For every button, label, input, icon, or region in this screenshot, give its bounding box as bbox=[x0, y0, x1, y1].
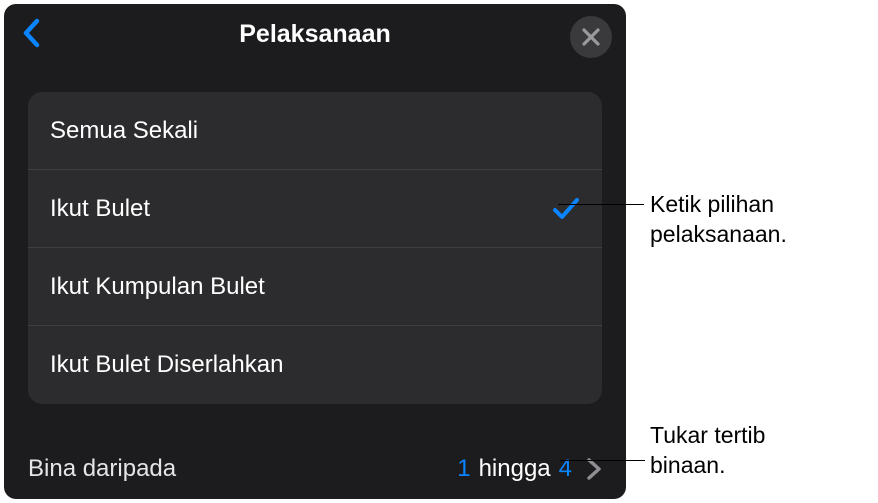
close-icon bbox=[582, 28, 600, 46]
option-by-bullet-group[interactable]: Ikut Kumpulan Bulet bbox=[28, 248, 602, 326]
panel-title: Pelaksanaan bbox=[239, 20, 391, 49]
callout-text: binaan. bbox=[650, 452, 725, 478]
option-all-at-once[interactable]: Semua Sekali bbox=[28, 92, 602, 170]
delivery-options-list: Semua Sekali Ikut Bulet Ikut Kumpulan Bu… bbox=[28, 92, 602, 404]
option-by-bullet[interactable]: Ikut Bulet bbox=[28, 170, 602, 248]
callout-leader-1 bbox=[558, 204, 644, 205]
panel-header: Pelaksanaan bbox=[4, 4, 626, 64]
callout-text: pelaksanaan. bbox=[650, 221, 787, 247]
callout-leader-2 bbox=[560, 460, 645, 461]
build-from-start: 1 bbox=[457, 455, 470, 483]
option-label: Ikut Bulet bbox=[50, 195, 150, 223]
close-button[interactable] bbox=[570, 16, 612, 58]
option-label: Semua Sekali bbox=[50, 117, 198, 145]
build-from-row[interactable]: Bina daripada 1 hingga 4 bbox=[28, 455, 602, 483]
callout-delivery-option: Ketik pilihan pelaksanaan. bbox=[650, 190, 787, 250]
callout-text: Tukar tertib bbox=[650, 422, 765, 448]
option-by-highlighted-bullet[interactable]: Ikut Bulet Diserlahkan bbox=[28, 326, 602, 404]
callout-text: Ketik pilihan bbox=[650, 191, 774, 217]
callout-build-order: Tukar tertib binaan. bbox=[650, 421, 765, 481]
checkmark-icon bbox=[552, 195, 580, 223]
option-label: Ikut Kumpulan Bulet bbox=[50, 273, 265, 301]
option-label: Ikut Bulet Diserlahkan bbox=[50, 351, 283, 379]
build-from-word: hingga bbox=[479, 455, 551, 483]
back-button[interactable] bbox=[22, 18, 42, 48]
chevron-left-icon bbox=[22, 18, 42, 48]
build-from-label: Bina daripada bbox=[28, 455, 176, 483]
delivery-panel: Pelaksanaan Semua Sekali Ikut Bulet Ikut… bbox=[4, 4, 626, 499]
